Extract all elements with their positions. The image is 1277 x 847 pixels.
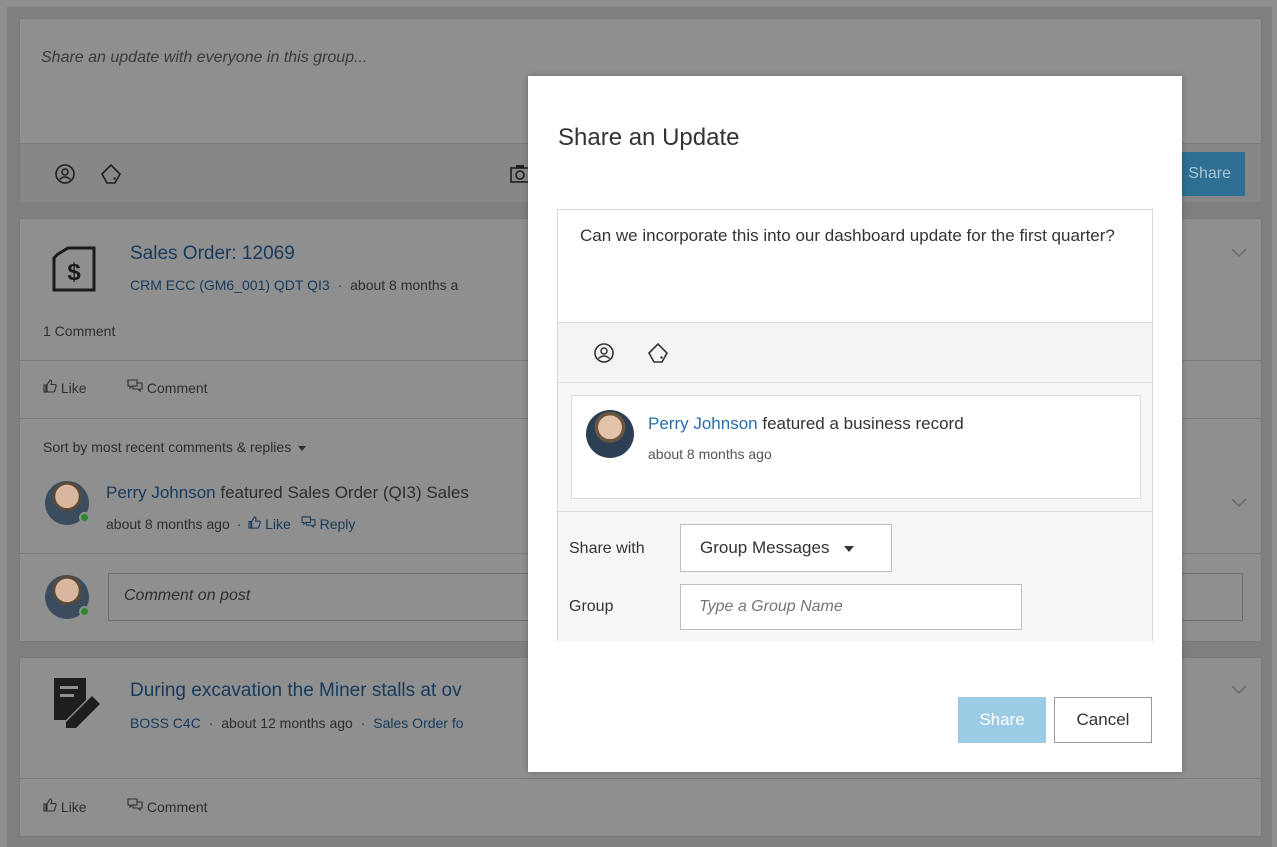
caret-down-icon xyxy=(844,545,855,552)
comment-icon xyxy=(127,798,147,815)
reply-like-button[interactable]: Like xyxy=(248,516,294,532)
meta-separator: · xyxy=(337,277,343,293)
camera-icon[interactable] xyxy=(510,164,530,189)
reply-text: featured Sales Order (QI3) Sales xyxy=(220,483,469,502)
reply-like-label: Like xyxy=(265,516,291,532)
like-button[interactable]: Like xyxy=(43,798,87,815)
related-record-link[interactable]: Sales Order fo xyxy=(373,715,463,731)
post-meta: CRM ECC (GM6_001) QDT QI3 · about 8 mont… xyxy=(130,277,458,293)
tag-icon[interactable] xyxy=(100,163,122,190)
reply-time: about 8 months ago xyxy=(106,516,230,532)
reply-summary: Perry Johnson featured Sales Order (QI3)… xyxy=(106,483,469,503)
meta-separator: · xyxy=(360,715,366,731)
post-title-link[interactable]: During excavation the Miner stalls at ov xyxy=(130,680,462,702)
thumbs-up-icon xyxy=(43,379,61,396)
comment-button[interactable]: Comment xyxy=(127,379,208,396)
dialog-title: Share an Update xyxy=(558,124,740,151)
comment-label: Comment xyxy=(146,380,208,396)
featured-record-card: Perry Johnson featured a business record… xyxy=(571,395,1141,499)
meta-separator: · xyxy=(208,715,214,731)
avatar xyxy=(586,410,634,458)
meta-separator: · xyxy=(236,516,242,532)
chevron-down-icon[interactable] xyxy=(1231,495,1247,508)
composer-placeholder[interactable]: Share an update with everyone in this gr… xyxy=(41,49,367,67)
business-document-icon: $ xyxy=(50,244,100,294)
chevron-down-icon[interactable] xyxy=(1231,682,1247,695)
online-status-indicator xyxy=(79,606,90,617)
comment-label: Comment xyxy=(146,799,208,815)
post-meta: BOSS C4C · about 12 months ago · Sales O… xyxy=(130,715,464,731)
group-name-input[interactable] xyxy=(680,584,1022,630)
reply-meta: about 8 months ago · Like Reply xyxy=(106,516,355,532)
composer-share-button[interactable]: Share xyxy=(1173,152,1245,196)
sort-dropdown[interactable]: Sort by most recent comments & replies xyxy=(43,439,307,455)
divider xyxy=(20,778,1261,779)
reply-button[interactable]: Reply xyxy=(301,516,356,532)
comment-icon xyxy=(127,379,147,396)
post-time: about 8 months a xyxy=(350,277,459,293)
thumbs-up-icon xyxy=(248,516,261,529)
sort-label: Sort by most recent comments & replies xyxy=(43,439,292,455)
share-with-dropdown[interactable]: Group Messages xyxy=(680,524,892,572)
share-options: Share with Group Messages Group xyxy=(558,511,1152,641)
post-time: about 12 months ago xyxy=(221,715,353,731)
comment-count[interactable]: 1 Comment xyxy=(43,323,115,339)
share-button[interactable]: Share xyxy=(958,697,1046,743)
record-action: featured a business record xyxy=(762,414,964,433)
avatar xyxy=(45,575,90,619)
post-source-link[interactable]: CRM ECC (GM6_001) QDT QI3 xyxy=(130,277,330,293)
message-toolbar xyxy=(558,323,1152,383)
edit-note-icon xyxy=(52,676,106,730)
tag-icon[interactable] xyxy=(647,342,669,369)
record-summary: Perry Johnson featured a business record xyxy=(648,414,964,434)
share-with-value: Group Messages xyxy=(700,538,830,557)
reply-author-link[interactable]: Perry Johnson xyxy=(106,483,216,502)
dialog-body: Can we incorporate this into our dashboa… xyxy=(557,209,1153,641)
share-update-dialog: Share an Update Can we incorporate this … xyxy=(528,76,1182,772)
reply-label: Reply xyxy=(319,516,356,532)
like-label: Like xyxy=(60,380,87,396)
post-source-link[interactable]: BOSS C4C xyxy=(130,715,201,731)
avatar[interactable] xyxy=(45,481,90,525)
post-title-link[interactable]: Sales Order: 12069 xyxy=(130,243,295,265)
record-time: about 8 months ago xyxy=(648,446,772,462)
group-label: Group xyxy=(569,598,614,615)
comment-icon xyxy=(301,516,316,529)
thumbs-up-icon xyxy=(43,798,61,815)
svg-text:$: $ xyxy=(67,259,81,286)
cancel-button[interactable]: Cancel xyxy=(1054,697,1152,743)
mention-icon[interactable] xyxy=(593,342,615,369)
mention-icon[interactable] xyxy=(54,163,76,190)
chevron-down-icon[interactable] xyxy=(1231,245,1247,258)
online-status-indicator xyxy=(79,512,90,523)
message-textarea[interactable]: Can we incorporate this into our dashboa… xyxy=(558,210,1152,323)
share-with-label: Share with xyxy=(569,540,645,557)
like-button[interactable]: Like xyxy=(43,379,87,396)
like-label: Like xyxy=(60,799,87,815)
comment-button[interactable]: Comment xyxy=(127,798,208,815)
record-author-link[interactable]: Perry Johnson xyxy=(648,414,758,433)
caret-down-icon xyxy=(298,445,307,451)
